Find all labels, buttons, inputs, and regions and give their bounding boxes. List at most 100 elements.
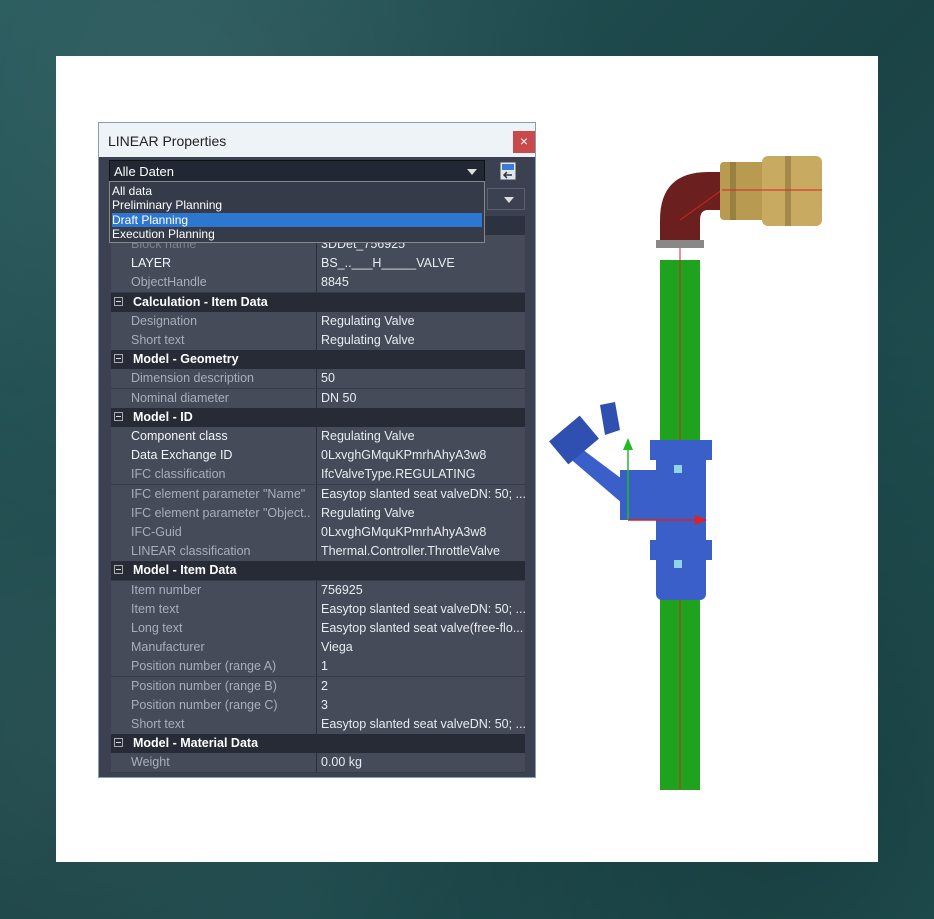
- property-value[interactable]: Easytop slanted seat valveDN: 50; ...: [321, 602, 525, 616]
- property-value[interactable]: DN 50: [321, 391, 525, 405]
- property-value[interactable]: Viega: [321, 640, 525, 654]
- column-separator: [316, 446, 317, 466]
- column-separator: [316, 427, 317, 446]
- property-key: IFC element parameter "Object...: [131, 505, 311, 520]
- category-row[interactable]: Calculation - Item Data: [111, 292, 525, 313]
- property-row[interactable]: Item number 756925: [111, 580, 525, 601]
- property-row[interactable]: Short text Regulating Valve: [111, 331, 525, 351]
- column-separator: [316, 580, 317, 600]
- property-value[interactable]: 1: [321, 659, 525, 673]
- property-key: Long text: [131, 621, 183, 635]
- property-value[interactable]: BS_..___H_____VALVE: [321, 256, 525, 270]
- close-button[interactable]: ×: [513, 131, 535, 153]
- property-row[interactable]: Nominal diameter DN 50: [111, 388, 525, 409]
- property-value[interactable]: Easytop slanted seat valveDN: 50; ...: [321, 487, 525, 501]
- category-label: Model - Item Data: [133, 563, 237, 578]
- column-separator: [316, 542, 317, 562]
- column-separator: [316, 484, 317, 504]
- category-row[interactable]: Model - Material Data: [111, 734, 525, 755]
- column-separator: [316, 619, 317, 638]
- category-row[interactable]: Model - Item Data: [111, 561, 525, 582]
- dropdown-option-selected[interactable]: Draft Planning: [112, 213, 482, 227]
- property-row[interactable]: IFC-Guid 0LxvghGMquKPmrhAhyA3w8: [111, 523, 525, 543]
- category-label: Model - Geometry: [133, 352, 239, 367]
- category-label: Model - Material Data: [133, 736, 259, 751]
- property-value[interactable]: Regulating Valve: [321, 314, 525, 328]
- property-key: Item text: [131, 601, 179, 616]
- property-value[interactable]: 0.00 kg: [321, 755, 525, 769]
- property-key: Short text: [131, 333, 185, 347]
- pipe-ring: [656, 240, 704, 248]
- property-key: Component class: [131, 429, 228, 443]
- property-value[interactable]: Easytop slanted seat valve(free-flo...: [321, 621, 525, 635]
- property-key: Item number: [131, 582, 202, 597]
- property-key: LAYER: [131, 256, 172, 271]
- collapse-icon[interactable]: [114, 565, 123, 575]
- property-key: Short text: [131, 717, 185, 731]
- collapse-icon[interactable]: [114, 354, 123, 364]
- property-row[interactable]: Dimension description 50: [111, 369, 525, 390]
- column-separator: [316, 331, 317, 350]
- dropdown-option[interactable]: All data: [112, 184, 482, 198]
- property-row[interactable]: ObjectHandle 8845: [111, 273, 525, 294]
- filter-select[interactable]: Alle Daten: [109, 160, 485, 182]
- property-row[interactable]: Long text Easytop slanted seat valve(free…: [111, 619, 525, 639]
- sort-select[interactable]: [487, 188, 525, 210]
- property-row[interactable]: Component class Regulating Valve: [111, 427, 525, 447]
- column-separator: [316, 273, 317, 293]
- filter-select-value: Alle Daten: [114, 164, 174, 179]
- chevron-down-icon: [467, 169, 477, 175]
- column-separator: [316, 676, 317, 696]
- property-row[interactable]: IFC classification IfcValveType.REGULATIN…: [111, 465, 525, 486]
- property-value[interactable]: 0LxvghGMquKPmrhAhyA3w8: [321, 448, 525, 462]
- column-separator: [316, 465, 317, 485]
- title-bar[interactable]: LINEAR Properties ×: [99, 123, 535, 157]
- category-label: Calculation - Item Data: [133, 294, 268, 309]
- category-row[interactable]: Model - Geometry: [111, 350, 525, 371]
- property-value[interactable]: IfcValveType.REGULATING: [321, 467, 525, 481]
- collapse-icon[interactable]: [114, 296, 123, 306]
- property-value[interactable]: Regulating Valve: [321, 333, 525, 347]
- column-separator: [316, 657, 317, 677]
- property-row[interactable]: IFC element parameter "Object... Regulati…: [111, 503, 525, 524]
- property-row[interactable]: LINEAR classification Thermal.Controller.…: [111, 542, 525, 563]
- property-key: IFC-Guid: [131, 525, 182, 539]
- property-key: Position number (range C): [131, 697, 278, 712]
- property-row[interactable]: Position number (range B) 2: [111, 676, 525, 697]
- property-value[interactable]: 50: [321, 371, 525, 385]
- dropdown-option[interactable]: Preliminary Planning: [112, 198, 482, 212]
- property-row[interactable]: Designation Regulating Valve: [111, 311, 525, 332]
- property-key: IFC element parameter "Name": [131, 486, 306, 501]
- pipe-elbow: [660, 172, 722, 245]
- property-row[interactable]: Manufacturer Viega: [111, 638, 525, 659]
- property-row[interactable]: LAYER BS_..___H_____VALVE: [111, 254, 525, 275]
- column-separator: [316, 369, 317, 389]
- property-key: Nominal diameter: [131, 390, 229, 405]
- property-value[interactable]: 0LxvghGMquKPmrhAhyA3w8: [321, 525, 525, 539]
- property-value[interactable]: 8845: [321, 275, 525, 289]
- property-row[interactable]: Weight 0.00 kg: [111, 753, 525, 774]
- property-value[interactable]: Regulating Valve: [321, 506, 525, 520]
- collapse-icon[interactable]: [114, 411, 123, 421]
- column-separator: [316, 311, 317, 331]
- property-key: Dimension description: [131, 371, 254, 386]
- property-row[interactable]: IFC element parameter "Name" Easytop slan…: [111, 484, 525, 505]
- property-value[interactable]: Regulating Valve: [321, 429, 525, 443]
- dropdown-option[interactable]: Execution Planning: [112, 227, 482, 241]
- property-row[interactable]: Short text Easytop slanted seat valveDN: …: [111, 715, 525, 735]
- property-value[interactable]: 756925: [321, 583, 525, 597]
- property-row[interactable]: Item text Easytop slanted seat valveDN: 5…: [111, 599, 525, 620]
- property-value[interactable]: 3: [321, 698, 525, 712]
- property-row[interactable]: Position number (range A) 1: [111, 657, 525, 678]
- window-title: LINEAR Properties: [108, 133, 227, 149]
- property-row[interactable]: Data Exchange ID 0LxvghGMquKPmrhAhyA3w8: [111, 446, 525, 467]
- property-value[interactable]: 2: [321, 679, 525, 693]
- property-value[interactable]: Thermal.Controller.ThrottleValve: [321, 544, 525, 558]
- collapse-icon[interactable]: [114, 738, 123, 748]
- property-row[interactable]: Position number (range C) 3: [111, 695, 525, 716]
- pick-object-icon[interactable]: [499, 161, 517, 181]
- category-label: Model - ID: [133, 409, 193, 424]
- valve-3d-model[interactable]: [540, 140, 870, 800]
- category-row[interactable]: Model - ID: [111, 407, 525, 428]
- property-value[interactable]: Easytop slanted seat valveDN: 50; ...: [321, 717, 525, 731]
